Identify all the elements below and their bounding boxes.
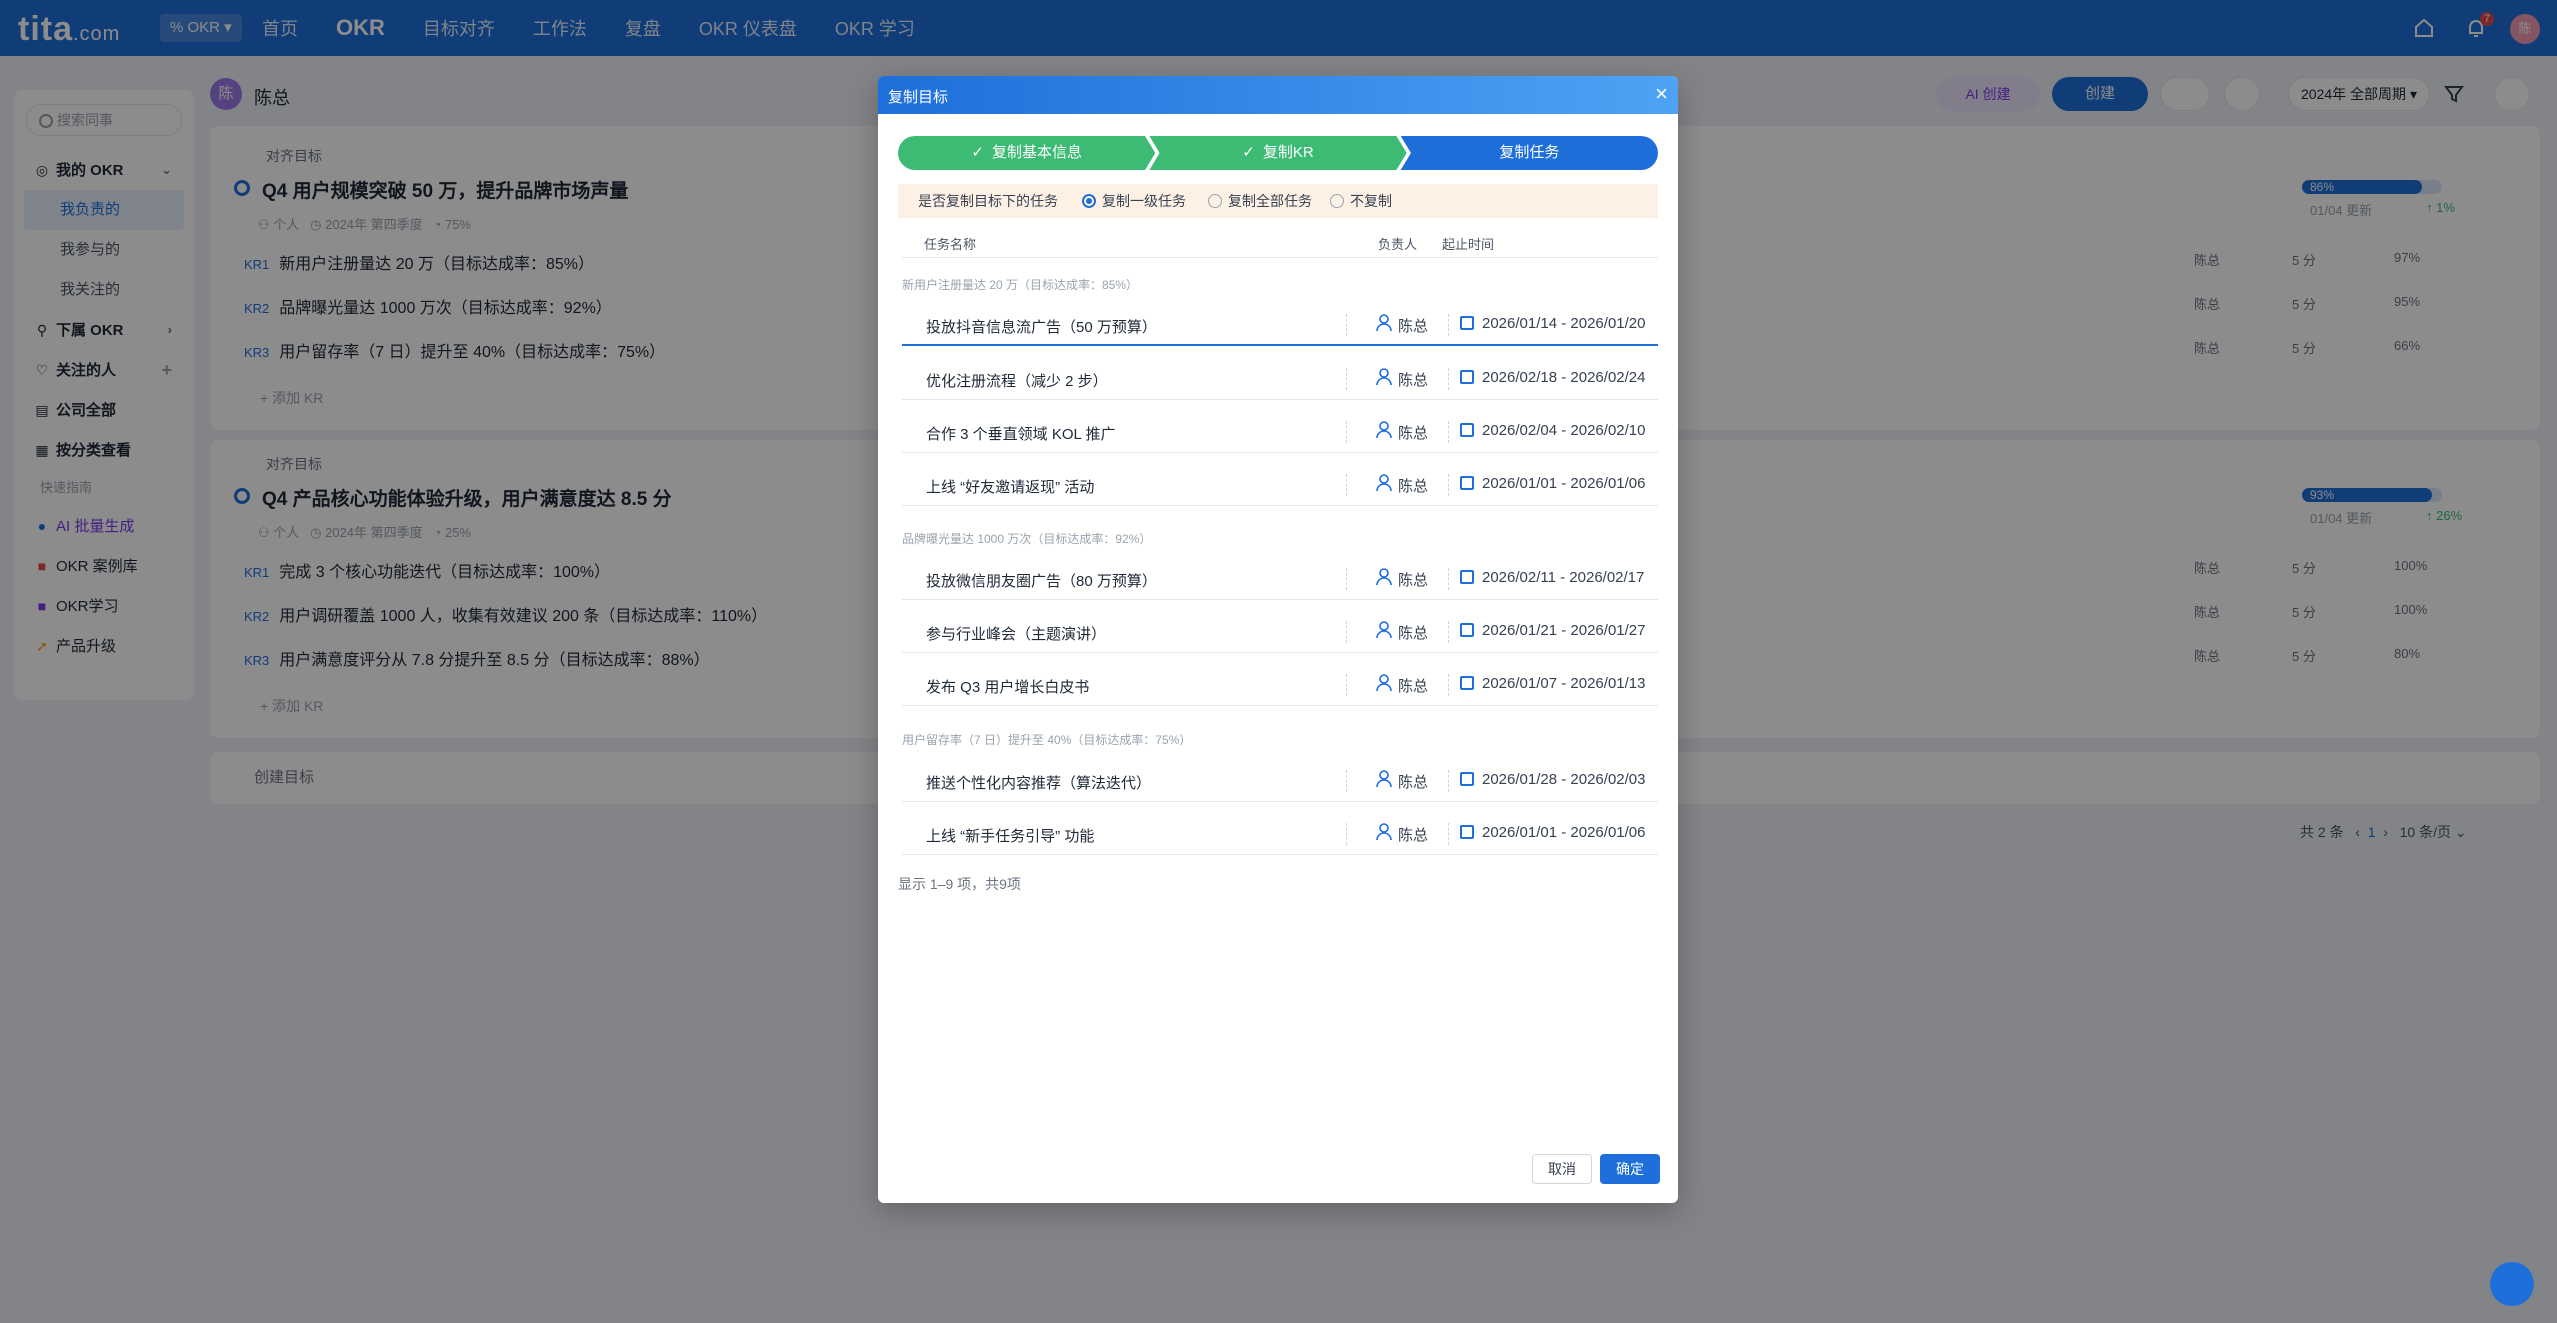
- radio-copy-all[interactable]: 复制全部任务: [1208, 184, 1312, 218]
- task-row[interactable]: 投放抖音信息流广告（50 万预算） 陈总 2026/01/14 - 2026/0…: [902, 304, 1658, 346]
- task-row[interactable]: 投放微信朋友圈广告（80 万预算） 陈总 2026/02/11 - 2026/0…: [902, 558, 1658, 600]
- calendar-icon: [1460, 623, 1474, 637]
- person-icon: [1376, 474, 1392, 492]
- calendar-icon: [1460, 676, 1474, 690]
- task-row[interactable]: 参与行业峰会（主题演讲） 陈总 2026/01/21 - 2026/01/27: [902, 611, 1658, 653]
- task-row[interactable]: 推送个性化内容推荐（算法迭代） 陈总 2026/01/28 - 2026/02/…: [902, 760, 1658, 802]
- task-row[interactable]: 合作 3 个垂直领域 KOL 推广 陈总 2026/02/04 - 2026/0…: [902, 411, 1658, 453]
- result-count: 显示 1–9 项，共9项: [898, 876, 1021, 892]
- task-row[interactable]: 上线 “好友邀请返现” 活动 陈总 2026/01/01 - 2026/01/0…: [902, 464, 1658, 506]
- person-icon: [1376, 823, 1392, 841]
- task-group-label: 新用户注册量达 20 万（目标达成率：85%）: [902, 278, 1139, 292]
- help-assistant-button[interactable]: [2490, 1262, 2534, 1306]
- person-icon: [1376, 621, 1392, 639]
- check-icon: ✓: [1242, 144, 1255, 161]
- cancel-button[interactable]: 取消: [1532, 1154, 1592, 1184]
- task-row[interactable]: 上线 “新手任务引导” 功能 陈总 2026/01/01 - 2026/01/0…: [902, 813, 1658, 855]
- task-group-label: 品牌曝光量达 1000 万次（目标达成率：92%）: [902, 532, 1152, 546]
- calendar-icon: [1460, 423, 1474, 437]
- copy-question-label: 是否复制目标下的任务: [918, 193, 1058, 209]
- check-icon: ✓: [971, 144, 984, 161]
- task-row[interactable]: 发布 Q3 用户增长白皮书 陈总 2026/01/07 - 2026/01/13: [902, 664, 1658, 706]
- person-icon: [1376, 314, 1392, 332]
- radio-copy-first-level[interactable]: 复制一级任务: [1082, 184, 1186, 218]
- person-icon: [1376, 674, 1392, 692]
- column-task-name: 任务名称: [924, 237, 977, 252]
- person-icon: [1376, 368, 1392, 386]
- copy-objective-dialog: 复制目标 × ✓ 复制基本信息 ✓ 复制KR 复制任务 是否复制目标下的任务 复制一…: [878, 76, 1678, 1203]
- step-copy-tasks: 复制任务: [1400, 136, 1658, 170]
- task-table-header: 任务名称 负责人 起止时间: [902, 228, 1658, 258]
- step-copy-kr: ✓ 复制KR: [1149, 136, 1407, 170]
- confirm-button[interactable]: 确定: [1600, 1154, 1660, 1184]
- step-basic-info: ✓ 复制基本信息: [898, 136, 1156, 170]
- person-icon: [1376, 770, 1392, 788]
- person-icon: [1376, 421, 1392, 439]
- calendar-icon: [1460, 370, 1474, 384]
- dialog-header: 复制目标 ×: [878, 76, 1678, 114]
- step-progress: ✓ 复制基本信息 ✓ 复制KR 复制任务: [898, 136, 1658, 170]
- calendar-icon: [1460, 772, 1474, 786]
- person-icon: [1376, 568, 1392, 586]
- column-date: 起止时间: [1442, 237, 1495, 252]
- calendar-icon: [1460, 316, 1474, 330]
- calendar-icon: [1460, 570, 1474, 584]
- calendar-icon: [1460, 476, 1474, 490]
- radio-no-copy[interactable]: 不复制: [1330, 184, 1392, 218]
- dialog-title: 复制目标: [888, 89, 949, 106]
- column-owner: 负责人: [1378, 237, 1418, 252]
- copy-tasks-option-bar: 是否复制目标下的任务 复制一级任务 复制全部任务 不复制: [898, 184, 1658, 218]
- task-row[interactable]: 优化注册流程（减少 2 步） 陈总 2026/02/18 - 2026/02/2…: [902, 358, 1658, 400]
- task-group-label: 用户留存率（7 日）提升至 40%（目标达成率：75%）: [902, 733, 1192, 747]
- calendar-icon: [1460, 825, 1474, 839]
- close-icon[interactable]: ×: [1655, 81, 1668, 107]
